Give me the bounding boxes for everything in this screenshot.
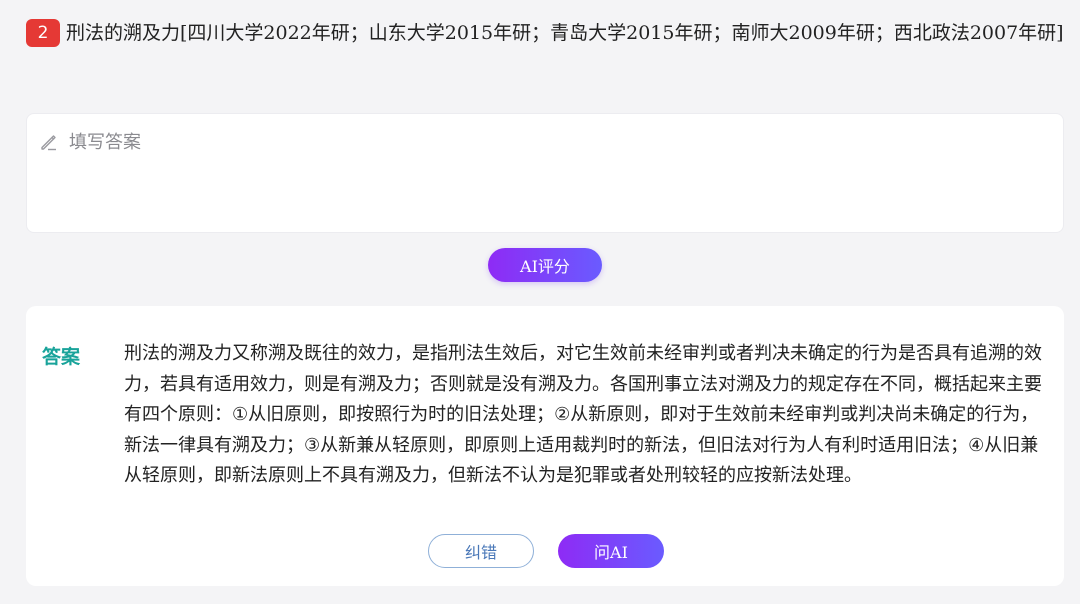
report-error-button[interactable]: 纠错: [428, 534, 534, 568]
question-number-badge: 2: [26, 19, 60, 47]
answer-text: 刑法的溯及力又称溯及既往的效力，是指刑法生效后，对它生效前未经审判或者判决未确定…: [124, 343, 1042, 486]
answer-card: 答案 刑法的溯及力又称溯及既往的效力，是指刑法生效后，对它生效前未经审判或者判决…: [26, 306, 1064, 586]
question-page: 2 刑法的溯及力[四川大学2022年研；山东大学2015年研；青岛大学2015年研…: [0, 0, 1080, 604]
ai-score-button[interactable]: AI评分: [488, 248, 602, 282]
answer-input-box: [26, 113, 1064, 233]
question-title: 刑法的溯及力[四川大学2022年研；山东大学2015年研；青岛大学2015年研；…: [66, 22, 1064, 44]
answer-input[interactable]: [27, 114, 1063, 232]
question-header: 2 刑法的溯及力[四川大学2022年研；山东大学2015年研；青岛大学2015年研…: [26, 18, 1070, 48]
ask-ai-button[interactable]: 问AI: [558, 534, 664, 568]
answer-label: 答案: [42, 346, 81, 368]
